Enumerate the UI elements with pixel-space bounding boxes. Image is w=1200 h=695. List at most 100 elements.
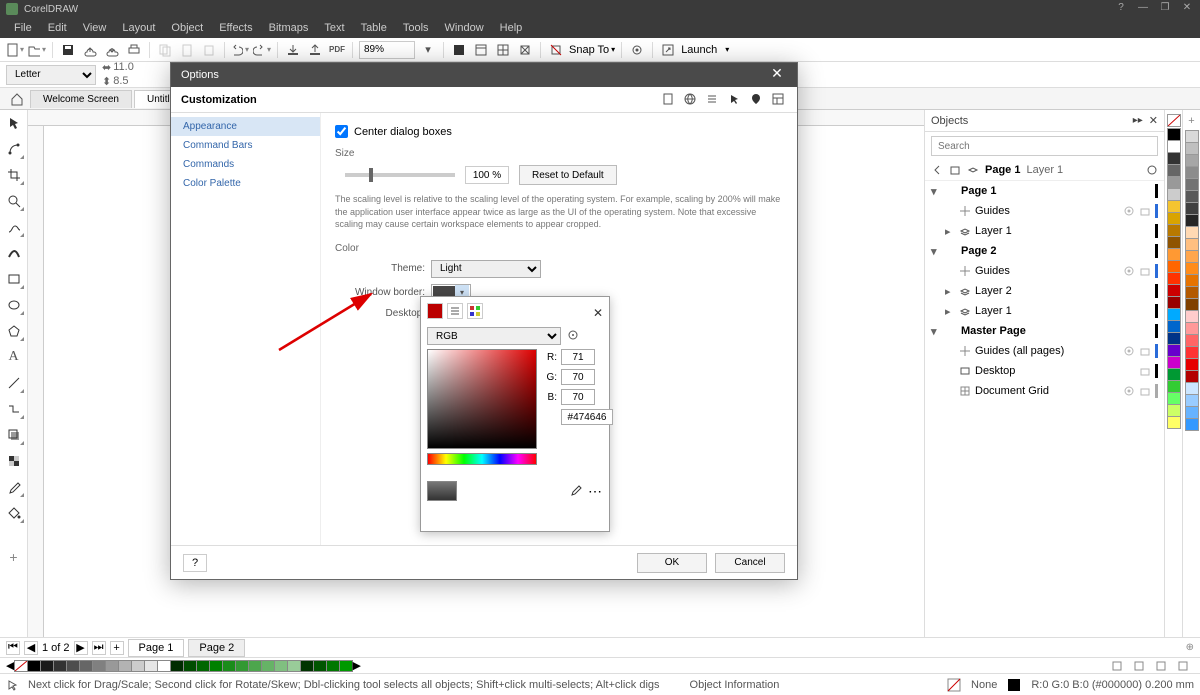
- layer-master-icon[interactable]: [1131, 659, 1147, 673]
- zoom-input[interactable]: [359, 41, 415, 59]
- tree-row-guides[interactable]: Guides: [925, 261, 1164, 281]
- dlg-layout-icon[interactable]: [771, 92, 787, 108]
- snap-to-dropdown[interactable]: Snap To▾: [569, 44, 615, 56]
- paste-button[interactable]: [178, 41, 196, 59]
- tree-row-page[interactable]: ▾Page 2: [925, 241, 1164, 261]
- cancel-button[interactable]: Cancel: [715, 553, 785, 573]
- ok-button[interactable]: OK: [637, 553, 707, 573]
- page-tab-2[interactable]: Page 2: [188, 639, 245, 657]
- freehand-tool[interactable]: [3, 216, 25, 238]
- cp-solid-icon[interactable]: [427, 303, 443, 319]
- color-picker-close[interactable]: ✕: [593, 306, 603, 320]
- cp-sliders-icon[interactable]: [447, 303, 463, 319]
- color-swatch[interactable]: [27, 660, 41, 672]
- import-button[interactable]: [284, 41, 302, 59]
- cp-swatches-icon[interactable]: [467, 303, 483, 319]
- color-swatch[interactable]: [40, 660, 54, 672]
- color-swatch[interactable]: [274, 660, 288, 672]
- rectangle-tool[interactable]: [3, 268, 25, 290]
- objects-search-input[interactable]: [931, 136, 1158, 156]
- undo-button[interactable]: [231, 41, 249, 59]
- path-layer-label[interactable]: Layer 1: [1026, 164, 1063, 176]
- dialog-close-button[interactable]: ✕: [767, 65, 787, 85]
- color-palette-right[interactable]: [1164, 110, 1182, 637]
- ellipse-tool[interactable]: [3, 294, 25, 316]
- save-button[interactable]: [59, 41, 77, 59]
- menu-table[interactable]: Table: [353, 20, 395, 36]
- color-swatch[interactable]: [222, 660, 236, 672]
- hue-slider[interactable]: [427, 453, 537, 465]
- swatch-next[interactable]: ▶: [352, 659, 360, 672]
- zoom-tool[interactable]: [3, 190, 25, 212]
- tree-row-page[interactable]: ▾Master Page: [925, 321, 1164, 341]
- hex-input[interactable]: [561, 409, 613, 425]
- page-size-select[interactable]: Letter: [6, 65, 96, 85]
- vertical-ruler[interactable]: [28, 126, 44, 637]
- layer-new-icon[interactable]: [1109, 659, 1125, 673]
- color-swatch[interactable]: [157, 660, 171, 672]
- redo-button[interactable]: [253, 41, 271, 59]
- layer-trash-icon[interactable]: [1175, 659, 1191, 673]
- color-swatch[interactable]: [183, 660, 197, 672]
- color-swatch[interactable]: [1185, 418, 1199, 431]
- page-nav-prev-icon[interactable]: [931, 164, 943, 176]
- drop-shadow-tool[interactable]: [3, 424, 25, 446]
- pick-tool[interactable]: [3, 112, 25, 134]
- print-button[interactable]: [125, 41, 143, 59]
- parallel-dim-tool[interactable]: [3, 372, 25, 394]
- dlg-globe-icon[interactable]: [683, 92, 699, 108]
- theme-select[interactable]: Light: [431, 260, 541, 278]
- artistic-media-tool[interactable]: [3, 242, 25, 264]
- docker-close-icon[interactable]: ✕: [1149, 114, 1158, 127]
- new-button[interactable]: [6, 41, 24, 59]
- center-dialogs-checkbox[interactable]: Center dialog boxes: [335, 125, 783, 138]
- scroll-nav-icon[interactable]: ⊕: [1186, 642, 1194, 653]
- objects-options-gear-icon[interactable]: [1146, 164, 1158, 176]
- reset-default-button[interactable]: Reset to Default: [519, 165, 617, 185]
- menu-view[interactable]: View: [75, 20, 115, 36]
- fill-swatch-icon[interactable]: [947, 678, 961, 692]
- snap-off-button[interactable]: [547, 41, 565, 59]
- transparency-tool[interactable]: [3, 450, 25, 472]
- color-swatch[interactable]: [339, 660, 353, 672]
- menu-effects[interactable]: Effects: [211, 20, 260, 36]
- path-page-label[interactable]: Page 1: [985, 164, 1020, 176]
- menu-help[interactable]: Help: [492, 20, 531, 36]
- maximize-button[interactable]: ❐: [1158, 2, 1172, 16]
- current-color-swatch[interactable]: [427, 481, 457, 501]
- color-swatch[interactable]: [92, 660, 106, 672]
- cloud-up-button[interactable]: [81, 41, 99, 59]
- tree-row-desk[interactable]: Desktop: [925, 361, 1164, 381]
- tree-row-layer[interactable]: ▸Layer 1: [925, 221, 1164, 241]
- open-button[interactable]: [28, 41, 46, 59]
- color-swatch[interactable]: [261, 660, 275, 672]
- launch-dropdown[interactable]: Launch▾: [681, 44, 729, 56]
- swatch-strip[interactable]: ◀ ▶: [0, 657, 1200, 673]
- fullscreen-button[interactable]: [450, 41, 468, 59]
- copy-button[interactable]: [156, 41, 174, 59]
- b-input[interactable]: [561, 389, 595, 405]
- color-mode-select[interactable]: RGB: [427, 327, 561, 345]
- fill-tool[interactable]: [3, 502, 25, 524]
- r-input[interactable]: [561, 349, 595, 365]
- add-color-icon[interactable]: +: [1185, 114, 1199, 128]
- menu-layout[interactable]: Layout: [114, 20, 163, 36]
- color-swatch[interactable]: [1167, 416, 1181, 429]
- color-swatch[interactable]: [66, 660, 80, 672]
- options-gear-button[interactable]: [628, 41, 646, 59]
- swatch-prev[interactable]: ◀: [6, 659, 14, 672]
- dlg-list-icon[interactable]: [705, 92, 721, 108]
- sidebar-command-bars[interactable]: Command Bars: [171, 136, 320, 155]
- welcome-tab[interactable]: Welcome Screen: [30, 90, 132, 108]
- color-swatch[interactable]: [287, 660, 301, 672]
- color-swatch[interactable]: [196, 660, 210, 672]
- color-swatch[interactable]: [131, 660, 145, 672]
- more-options-icon[interactable]: ⋯: [588, 483, 603, 500]
- dlg-location-icon[interactable]: [749, 92, 765, 108]
- help-button[interactable]: ?: [1114, 2, 1128, 16]
- text-tool[interactable]: A: [3, 346, 25, 368]
- tree-row-layer[interactable]: ▸Layer 2: [925, 281, 1164, 301]
- zoom-dropdown[interactable]: ▾: [419, 41, 437, 59]
- color-swatch[interactable]: [53, 660, 67, 672]
- launch-icon[interactable]: [659, 41, 677, 59]
